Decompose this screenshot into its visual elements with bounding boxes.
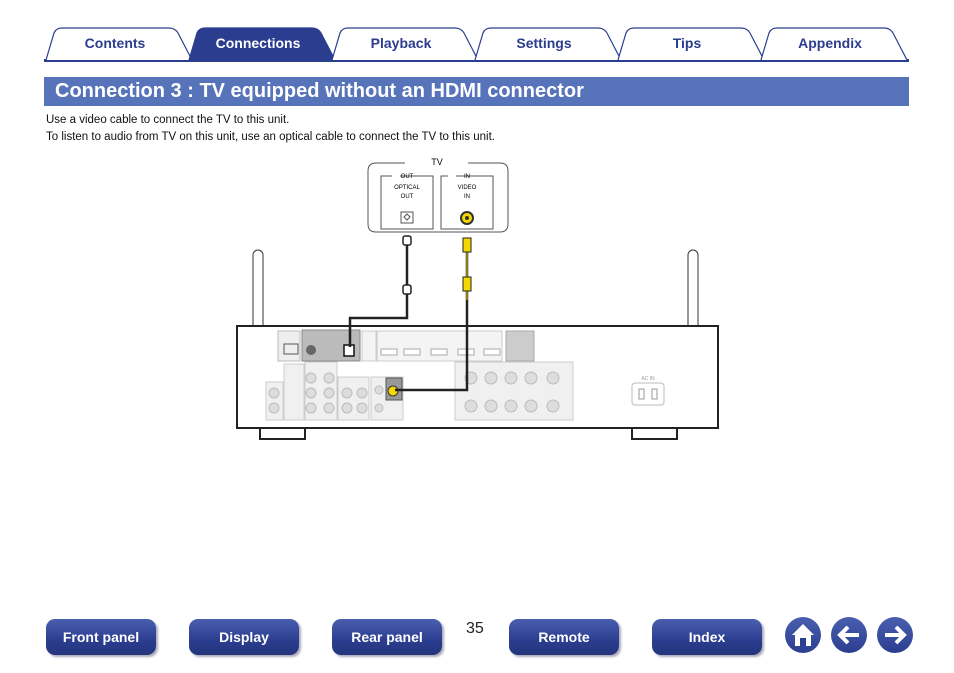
tv-label: TV <box>431 157 443 167</box>
tv-device <box>367 162 509 233</box>
connection-diagram: TV OUT OPTICAL OUT IN VIDEO IN AC IN <box>236 157 719 440</box>
ac-in-label: AC IN <box>641 376 655 382</box>
in-label: IN <box>464 174 470 180</box>
video-in-label: VIDEO <box>458 185 477 191</box>
home-icon <box>792 624 814 646</box>
remote-button[interactable]: Remote <box>509 619 619 655</box>
index-button[interactable]: Index <box>652 619 762 655</box>
video-in-label: IN <box>464 194 470 200</box>
arrow-right-icon <box>885 625 907 645</box>
optical-out-label: OUT <box>401 194 414 200</box>
back-button[interactable] <box>831 617 867 653</box>
rear-panel-button[interactable]: Rear panel <box>332 619 442 655</box>
page-number: 35 <box>466 620 484 637</box>
front-panel-button[interactable]: Front panel <box>46 619 156 655</box>
receiver-rear-panel: AC IN <box>236 325 719 440</box>
display-button[interactable]: Display <box>189 619 299 655</box>
home-button[interactable] <box>785 617 821 653</box>
optical-out-label: OPTICAL <box>394 185 420 191</box>
forward-button[interactable] <box>877 617 913 653</box>
arrow-left-icon <box>837 625 859 645</box>
out-label: OUT <box>401 174 414 180</box>
